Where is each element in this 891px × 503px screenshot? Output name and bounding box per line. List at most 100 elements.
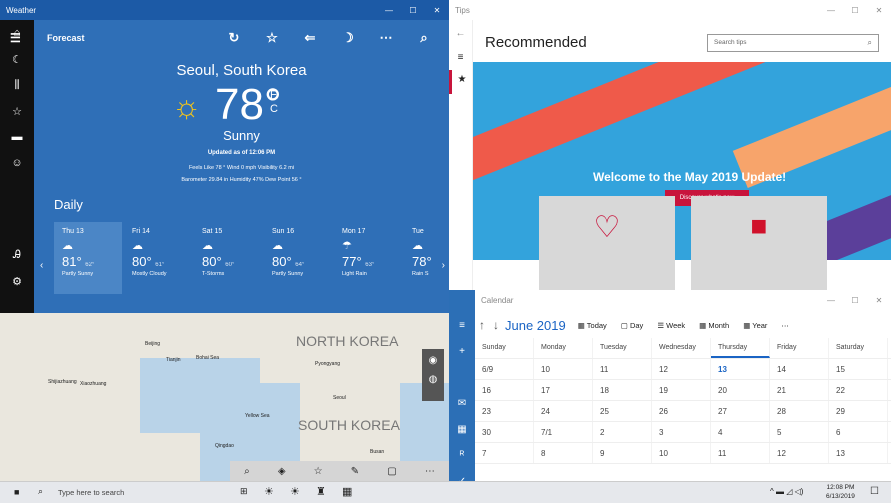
start-icon[interactable]: ■ [14,487,19,497]
favorite-icon[interactable]: ☆ [253,30,291,46]
add-event-icon[interactable]: + [449,338,475,364]
sun-icon: ☼ [172,88,202,124]
maximize-button[interactable]: ☐ [401,6,425,15]
settings-icon[interactable]: ⚙ [0,268,34,294]
weather-map[interactable]: NORTH KOREA SOUTH KOREA Beijing Tianjin … [0,313,449,481]
people-icon[interactable]: ᴿ [449,442,475,468]
more-icon[interactable]: ⋯ [367,30,405,46]
maximize-button[interactable]: ☐ [843,296,867,305]
week-view-button[interactable]: ☰ Week [657,321,685,330]
partly-sunny-icon: ☁ [272,240,283,252]
day-card[interactable]: Mon 17 ☂ 77° 63° Light Rain [334,222,402,294]
calendar-window: ≡ + ✉ ▦ ᴿ ✓ Calendar — ☐ ✕ ↑ ↓ June 2019 ▦ Toda… [449,290,891,481]
month-grid: Sunday Monday Tuesday Wednesday Thursday Frid… [475,338,891,481]
today-button[interactable]: ▦ Today [578,321,607,330]
taskbar-search-input[interactable]: Type here to search [58,488,124,497]
down-arrow-icon[interactable]: ↓ [493,318,499,332]
maps-app-icon[interactable]: ♜ [316,485,326,498]
day-card[interactable]: Fri 14 ☁ 80° 61° Mostly Cloudy [124,222,192,294]
minimize-button[interactable]: — [819,296,843,305]
back-arrow-icon[interactable]: ← [449,20,472,46]
copy-icon[interactable]: ▢ [387,466,396,477]
minimize-button[interactable]: — [377,6,401,15]
close-button[interactable]: ✕ [425,6,449,15]
forecast-title: Forecast [47,33,85,43]
hamburger-icon[interactable]: ≡ [449,312,475,338]
system-tray-icons[interactable]: ^ ▬ ◿ ◁) [770,487,803,496]
month-title[interactable]: June 2019 [505,318,566,333]
map-label-north: NORTH KOREA [296,333,399,349]
pin-icon[interactable]: ⇐ [291,30,329,46]
location-icon[interactable]: ◉ [422,355,444,366]
tips-app-icon[interactable]: ☀ [290,485,300,498]
more-icon[interactable]: ⋯ [425,466,435,477]
more-icon[interactable]: ⋯ [781,321,789,330]
page-title: Recommended [485,34,587,51]
city-name: Seoul, South Korea [176,62,307,79]
tips-window: Tips — ☐ ✕ ← ≡ ★ Recommended Search tips ⌕ … [449,0,891,290]
heart-icon: ♡ [593,211,621,244]
condition: Sunny [223,128,260,143]
night-icon[interactable]: ☽ [329,30,367,46]
up-arrow-icon[interactable]: ↑ [479,318,485,332]
weather-toolbar: ☰ Forecast ↻ ☆ ⇐ ☽ ⋯ ⌕ [10,20,449,56]
map-controls: ◉ ◍ [422,349,444,401]
star-icon[interactable]: ☆ [0,98,34,124]
calendar-app-icon[interactable]: ▦ [342,485,352,498]
tip-card[interactable]: ■ [691,196,827,290]
hamburger-icon[interactable]: ☰ [10,31,21,45]
today-cell[interactable]: 13 [711,359,770,379]
calendar-icon[interactable]: ▦ [449,416,475,442]
close-button[interactable]: ✕ [867,6,891,15]
minimize-button[interactable]: — [819,6,843,15]
day-card[interactable]: Thu 13 ☁ 81° 62° Partly Sunny [54,222,122,294]
search-icon[interactable]: ⌕ [244,466,250,477]
notification-icon[interactable]: ☐ [870,486,879,497]
search-icon[interactable]: ⌕ [405,30,443,46]
rain-icon: ☁ [412,240,423,252]
map-place: Shijiazhuang [48,379,77,385]
search-input[interactable]: Search tips ⌕ [707,34,879,52]
day-view-button[interactable]: ▢ Day [621,321,644,330]
map-place: Busan [370,449,385,455]
hamburger-icon[interactable]: ≡ [449,46,472,70]
smile-icon[interactable]: ☺ [0,150,34,176]
map-label-south: SOUTH KOREA [298,417,400,433]
map-place: Xiaozhuang [80,381,107,387]
day-card[interactable]: Sun 16 ☁ 80° 64° Partly Sunny [264,222,332,294]
close-button[interactable]: ✕ [867,296,891,305]
star-icon[interactable]: ★ [449,70,472,94]
layers-icon[interactable]: ◍ [422,374,444,385]
favorite-icon[interactable]: ☆ [314,466,323,477]
clock[interactable]: 12:08 PM 6/13/2019 [826,483,855,501]
search-icon[interactable]: ⌕ [38,486,43,497]
task-view-icon[interactable]: ⊞ [240,486,248,497]
map-place: Qingdao [215,443,234,449]
unit-f[interactable]: F [270,88,278,102]
news-icon[interactable]: ▬ [0,124,34,150]
banner-heading: Welcome to the May 2019 Update! [593,170,787,184]
moon-icon[interactable]: ☾ [0,46,34,72]
windows-logo-icon: ■ [750,210,768,241]
pen-icon[interactable]: ✎ [351,466,359,477]
unit-c[interactable]: C [270,102,278,116]
rain-icon: ☂ [342,240,352,252]
tips-nav: ← ≡ ★ [449,20,473,290]
tip-card[interactable]: ♡ [539,196,675,290]
year-view-button[interactable]: ▦ Year [743,321,767,330]
day-card[interactable]: Tue ☁ 78° Rain S [404,222,449,294]
update-banner[interactable]: Welcome to the May 2019 Update! Discover… [473,62,891,260]
layers-icon[interactable]: ◈ [278,466,286,477]
calendar-toolbar: ↑ ↓ June 2019 ▦ Today ▢ Day ☰ Week ▦ Mon… [479,312,891,338]
maximize-button[interactable]: ☐ [843,6,867,15]
day-card[interactable]: Sat 15 ☁ 80° 60° T-Storms [194,222,262,294]
chart-icon[interactable]: ⫼ [0,72,34,98]
todo-icon[interactable]: ✓ [449,468,475,482]
map-place: Tianjin [166,357,181,363]
month-view-button[interactable]: ▦ Month [699,321,729,330]
refresh-icon[interactable]: ↻ [215,30,253,46]
weather-app-icon[interactable]: ☀ [264,485,274,498]
account-icon[interactable]: Ꭿ [0,242,34,268]
mail-icon[interactable]: ✉ [449,390,475,416]
calendar-nav: ≡ + ✉ ▦ ᴿ ✓ [449,290,475,481]
